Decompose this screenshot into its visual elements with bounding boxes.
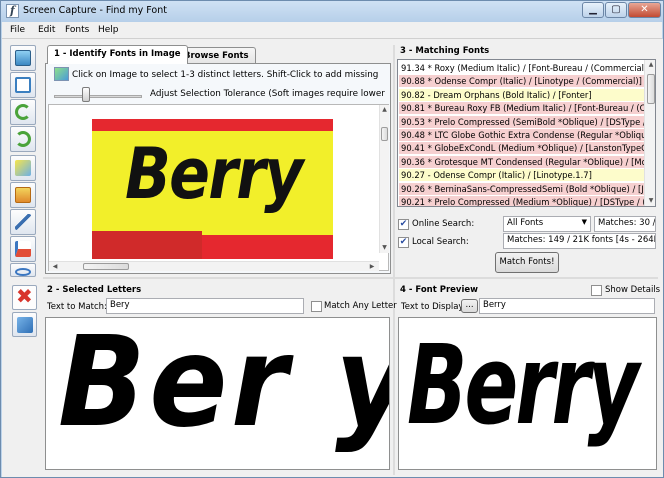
remove-letter-icon [17,317,33,333]
rotate-left-icon [15,104,31,120]
local-search-checkbox[interactable]: ✔ [398,237,409,248]
online-search-checkbox[interactable]: ✔ [398,219,409,230]
capture-screen-icon [15,77,31,93]
match-row[interactable]: 90.41 * GlobeExCondL (Medium *Oblique) /… [399,142,645,155]
matching-fonts-list[interactable]: 91.34 * Roxy (Medium Italic) / [Font-Bur… [397,59,656,207]
menu-bar: File Edit Fonts Help [2,22,662,39]
title-bar: Screen Capture - Find my Font ▁ ▢ ✕ [1,1,663,22]
open-image-icon [15,50,31,66]
image-hscroll[interactable]: ◀ ▶ [49,261,379,271]
adjust-button[interactable] [10,182,36,208]
match-row[interactable]: 91.34 * Roxy (Medium Italic) / [Font-Bur… [399,62,645,74]
zoom-icon [15,268,31,276]
image-vscroll[interactable]: ▲ ▼ [379,105,389,253]
cut-icon [15,214,31,230]
online-select-value: All Fonts [507,218,544,228]
selected-letters-title: 2 - Selected Letters [47,285,142,295]
rotate-right-button[interactable] [10,126,36,152]
match-row[interactable]: 90.27 - Odense Compr (Italic) / [Linotyp… [399,169,645,182]
matches-vscroll[interactable]: ▲ ▼ [644,60,655,206]
window-title: Screen Capture - Find my Font [23,5,167,16]
scroll-right-arrow[interactable]: ▶ [368,263,376,270]
instruction-text: Click on Image to select 1-3 distinct le… [72,70,379,80]
histogram-button[interactable] [10,236,36,262]
match-fonts-button[interactable]: Match Fonts! [495,252,559,273]
image-vscroll-thumb[interactable] [381,127,388,141]
zoom-button[interactable] [10,263,36,277]
app-icon [6,4,19,18]
delete-button[interactable]: ✖ [12,284,37,310]
image-hscroll-thumb[interactable] [83,263,129,270]
menu-fonts[interactable]: Fonts [65,25,89,35]
local-search-label: Local Search: [412,237,469,247]
font-preview-title: 4 - Font Preview [400,285,478,295]
horizontal-splitter[interactable] [43,277,658,279]
capture-screen-button[interactable] [10,72,36,98]
image-area[interactable]: Berry ▲ ▼ ◀ ▶ [48,104,389,271]
captured-image[interactable]: Berry [92,119,333,259]
selected-letters-preview: Ber y [45,317,390,470]
select-letters-icon [15,160,31,176]
remove-letter-button[interactable] [12,312,37,337]
rotate-left-button[interactable] [10,99,36,125]
tab-browse-fonts[interactable]: Browse Fonts [177,47,256,64]
matches-scroll-up[interactable]: ▲ [646,61,655,68]
select-letters-button[interactable] [10,155,36,181]
online-search-label: Online Search: [412,219,475,229]
cut-button[interactable] [10,209,36,235]
matches-scroll-down[interactable]: ▼ [646,197,655,204]
maximize-button[interactable]: ▢ [605,2,627,18]
app-window: Screen Capture - Find my Font ▁ ▢ ✕ File… [0,0,664,478]
delete-icon: ✖ [16,284,33,308]
text-to-match-input[interactable]: Bery [106,298,304,314]
font-preview-panel: Berry [398,317,657,470]
tab-identify-fonts[interactable]: 1 - Identify Fonts in Image [47,45,188,64]
tolerance-track [54,95,142,98]
matches-vscroll-thumb[interactable] [647,74,655,104]
menu-file[interactable]: File [10,25,25,35]
match-row[interactable]: 90.21 * Prelo Compressed (Medium *Obliqu… [399,196,645,206]
vertical-splitter[interactable] [393,45,395,475]
text-to-display-label: Text to Display: [401,302,466,312]
adjust-icon [15,187,31,203]
scroll-down-arrow[interactable]: ▼ [380,244,389,251]
image-red-region [92,231,202,259]
match-any-letter-label: Match Any Letter [324,301,397,311]
dropdown-arrow-icon: ▼ [581,218,587,226]
show-details-checkbox[interactable] [591,285,602,296]
minimize-button[interactable]: ▁ [582,2,604,18]
match-any-letter-checkbox[interactable] [311,301,322,312]
local-matches-field: Matches: 149 / 21K fonts [4s - 264K f/m] [503,233,656,249]
menu-help[interactable]: Help [98,25,119,35]
browse-text-button[interactable]: ... [461,299,478,313]
match-row[interactable]: 90.81 * Bureau Roxy FB (Medium Italic) /… [399,102,645,115]
select-letters-icon [54,67,69,81]
scroll-left-arrow[interactable]: ◀ [51,263,59,270]
close-button[interactable]: ✕ [628,2,661,18]
match-row[interactable]: 90.48 * LTC Globe Gothic Extra Condense … [399,129,645,141]
match-row[interactable]: 90.36 * Grotesque MT Condensed (Regular … [399,155,645,168]
tolerance-slider[interactable] [82,87,90,102]
match-row[interactable]: 90.88 * Odense Compr (Italic) / [Linotyp… [399,75,645,88]
match-row[interactable]: 90.26 * BerninaSans-CompressedSemi (Bold… [399,182,645,195]
matching-fonts-title: 3 - Matching Fonts [400,46,490,56]
online-fonts-select[interactable]: All Fonts ▼ [503,216,591,232]
match-row[interactable]: 90.53 * Prelo Compressed (SemiBold *Obli… [399,115,645,128]
match-row[interactable]: 90.82 - Dream Orphans (Bold Italic) / [F… [399,88,645,101]
text-to-match-label: Text to Match: [47,302,107,312]
font-preview-text: Berry [407,321,639,449]
online-matches-field: Matches: 30 / 1 [594,216,656,232]
show-details-label: Show Details [605,285,661,295]
tolerance-label: Adjust Selection Tolerance (Soft images … [150,89,385,99]
rotate-right-icon [15,131,31,147]
image-text: Berry [125,133,303,215]
text-to-display-input[interactable]: Berry [479,298,655,314]
scroll-up-arrow[interactable]: ▲ [380,106,389,113]
histogram-icon [15,241,31,257]
selected-glyphs: Ber y [58,317,390,455]
menu-edit[interactable]: Edit [38,25,55,35]
open-image-button[interactable] [10,45,36,71]
